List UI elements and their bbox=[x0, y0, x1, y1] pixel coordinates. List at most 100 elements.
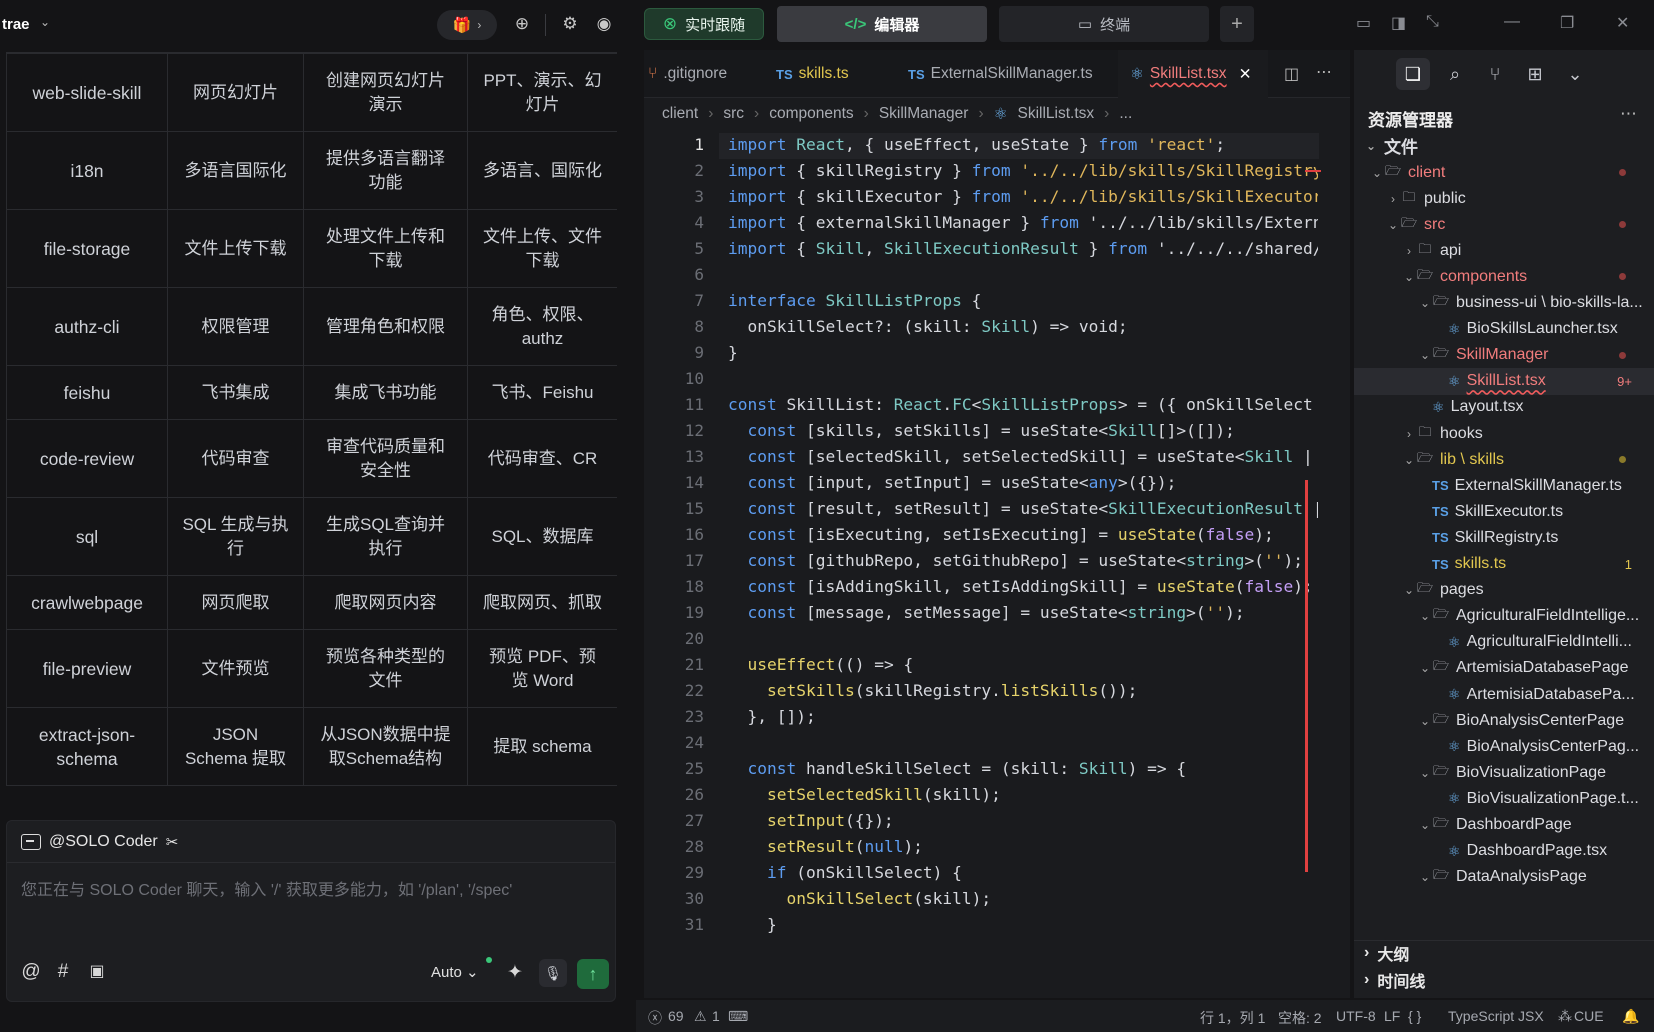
tree-item[interactable]: ⚛ SkillList.tsx 9+ bbox=[1354, 367, 1654, 395]
mic-button[interactable]: 🎙 bbox=[539, 959, 567, 987]
minimize-icon[interactable]: — bbox=[1504, 13, 1520, 31]
error-icon[interactable]: ⓧ bbox=[648, 1008, 662, 1028]
code-line[interactable]: setInput({}); bbox=[728, 811, 1318, 830]
code-line[interactable]: const SkillList: React.FC<SkillListProps… bbox=[728, 395, 1318, 414]
file-tab-skilllist[interactable]: ⚛ SkillList.tsx ✕ bbox=[1118, 50, 1268, 98]
code-line[interactable]: const [result, setResult] = useState<Ski… bbox=[728, 499, 1319, 518]
file-tab-gitignore[interactable]: ⑂ .gitignore bbox=[644, 50, 762, 98]
restore-icon[interactable]: ❐ bbox=[1560, 13, 1574, 33]
code-line[interactable]: useEffect(() => { bbox=[728, 655, 1318, 674]
code-line[interactable]: const handleSkillSelect = (skill: Skill)… bbox=[728, 759, 1318, 778]
gear-icon[interactable]: ⚙ bbox=[558, 12, 582, 36]
extensions-icon[interactable]: ⊞ bbox=[1518, 58, 1552, 90]
mention-icon[interactable]: @ bbox=[19, 961, 43, 983]
sparkle-icon[interactable]: ✦ bbox=[503, 961, 527, 984]
encoding[interactable]: UTF-8 bbox=[1336, 1008, 1376, 1024]
close-icon[interactable]: ✕ bbox=[1239, 65, 1252, 84]
tree-item[interactable]: › 🗀 api bbox=[1354, 237, 1654, 264]
braces-icon[interactable]: { } bbox=[1408, 1008, 1421, 1024]
code-line[interactable]: if (onSkillSelect) { bbox=[728, 863, 1318, 882]
section-timeline[interactable]: › 时间线 bbox=[1364, 968, 1425, 992]
tree-item[interactable]: ⌄ 🗁 client bbox=[1354, 159, 1654, 186]
section-files[interactable]: ⌄ 文件 bbox=[1354, 132, 1654, 159]
code-line[interactable]: const [isAddingSkill, setIsAddingSkill] … bbox=[728, 577, 1318, 596]
tree-item[interactable]: ⌄ 🗁 DataAnalysisPage bbox=[1354, 864, 1654, 891]
hash-icon[interactable]: # bbox=[51, 961, 75, 983]
files-icon[interactable]: ❏ bbox=[1396, 58, 1430, 90]
code-line[interactable]: const [isExecuting, setIsExecuting] = us… bbox=[728, 525, 1318, 544]
code-line[interactable]: import { Skill, SkillExecutionResult } f… bbox=[728, 239, 1318, 258]
breadcrumb-item[interactable]: SkillList.tsx bbox=[1018, 105, 1095, 123]
bell-icon[interactable]: 🔔 bbox=[1622, 1008, 1639, 1025]
code-line[interactable]: const [input, setInput] = useState<any>(… bbox=[728, 473, 1318, 492]
model-select[interactable]: Auto ⌄ bbox=[431, 963, 479, 981]
tree-item[interactable]: ⌄ 🗁 business-ui \ bio-skills-la... bbox=[1354, 290, 1654, 317]
breadcrumb-item[interactable]: src bbox=[723, 105, 744, 123]
breadcrumb-item[interactable]: components bbox=[769, 105, 853, 123]
chevron-down-icon[interactable]: ⌄ bbox=[1558, 58, 1592, 90]
indentation[interactable]: 空格: 2 bbox=[1278, 1008, 1322, 1028]
close-window-icon[interactable]: ✕ bbox=[1616, 13, 1629, 33]
code-line[interactable]: import { skillRegistry } from '../../lib… bbox=[728, 161, 1318, 180]
code-line[interactable]: setSelectedSkill(skill); bbox=[728, 785, 1318, 804]
tree-item[interactable]: ⌄ 🗁 lib \ skills bbox=[1354, 446, 1654, 473]
code-line[interactable]: } bbox=[728, 343, 1318, 362]
code-line[interactable]: const [githubRepo, setGithubRepo] = useS… bbox=[728, 551, 1318, 570]
gift-button[interactable]: 🎁 › bbox=[437, 10, 497, 40]
section-outline[interactable]: › 大纲 bbox=[1364, 941, 1409, 965]
account-icon[interactable]: ◉ bbox=[592, 12, 616, 36]
breadcrumb-item[interactable]: ... bbox=[1119, 105, 1132, 123]
agent-selector[interactable]: @SOLO Coder ✂ bbox=[7, 821, 615, 863]
chat-input[interactable]: 您正在与 SOLO Coder 聊天，输入 '/' 获取更多能力，如 '/pla… bbox=[21, 876, 512, 900]
tree-item[interactable]: ⌄ 🗁 BioVisualizationPage bbox=[1354, 759, 1654, 786]
code-line[interactable]: const [selectedSkill, setSelectedSkill] … bbox=[728, 447, 1318, 466]
code-line[interactable]: const [message, setMessage] = useState<s… bbox=[728, 603, 1318, 622]
tab-follow[interactable]: ⊗ 实时跟随 bbox=[644, 8, 764, 40]
tree-item[interactable]: › 🗀 hooks bbox=[1354, 420, 1654, 447]
keyboard-icon[interactable]: ⌨ bbox=[728, 1008, 748, 1025]
tree-item[interactable]: ⌄ 🗁 BioAnalysisCenterPage bbox=[1354, 707, 1654, 734]
more-icon[interactable]: ⋯ bbox=[1316, 62, 1332, 82]
error-count[interactable]: 69 bbox=[668, 1008, 684, 1024]
code-line[interactable]: } bbox=[728, 915, 1318, 934]
language-mode[interactable]: TypeScript JSX bbox=[1448, 1008, 1544, 1024]
tab-editor[interactable]: </> 编辑器 bbox=[777, 6, 987, 42]
warning-count[interactable]: 1 bbox=[712, 1008, 720, 1024]
image-icon[interactable]: ▣ bbox=[85, 961, 109, 981]
code-area[interactable]: 1 import React, { useEffect, useState } f… bbox=[644, 133, 1350, 993]
line-ending[interactable]: LF bbox=[1384, 1008, 1400, 1024]
tree-item[interactable]: TS SkillExecutor.ts bbox=[1354, 498, 1654, 525]
tree-item[interactable]: ⚛ BioSkillsLauncher.tsx bbox=[1354, 316, 1654, 343]
code-line[interactable]: setSkills(skillRegistry.listSkills()); bbox=[728, 681, 1318, 700]
tree-item[interactable]: ⌄ 🗁 DashboardPage bbox=[1354, 812, 1654, 839]
tree-item[interactable]: ⌄ 🗁 pages bbox=[1354, 577, 1654, 604]
file-tab-external[interactable]: TS ExternalSkillManager.ts bbox=[908, 50, 1108, 98]
tree-item[interactable]: ⚛ Layout.tsx bbox=[1354, 394, 1654, 421]
tree-item[interactable]: ⌄ 🗁 src bbox=[1354, 211, 1654, 238]
tree-item[interactable]: TS SkillRegistry.ts bbox=[1354, 524, 1654, 551]
code-line[interactable]: onSkillSelect(skill); bbox=[728, 889, 1318, 908]
chevron-down-icon[interactable]: ⌄ bbox=[40, 15, 50, 29]
tree-item[interactable]: ⌄ 🗁 ArtemisiaDatabasePage bbox=[1354, 655, 1654, 682]
more-icon[interactable]: ⋯ bbox=[1620, 104, 1637, 124]
tree-item[interactable]: ⌄ 🗁 components bbox=[1354, 263, 1654, 290]
tree-item[interactable]: ⌄ 🗁 AgriculturalFieldIntellige... bbox=[1354, 603, 1654, 630]
code-line[interactable]: interface SkillListProps { bbox=[728, 291, 1318, 310]
code-line[interactable]: onSkillSelect?: (skill: Skill) => void; bbox=[728, 317, 1318, 336]
code-line[interactable]: import { skillExecutor } from '../../lib… bbox=[728, 187, 1318, 206]
code-line[interactable]: import { externalSkillManager } from '..… bbox=[728, 213, 1318, 232]
breadcrumb-item[interactable]: client bbox=[662, 105, 698, 123]
sidebar-toggle-icon[interactable]: ◨ bbox=[1391, 13, 1406, 33]
collapse-icon[interactable]: ⤡ bbox=[1426, 13, 1439, 31]
source-control-icon[interactable]: ⑂ bbox=[1478, 58, 1512, 90]
panel-layout-icon[interactable]: ▭ bbox=[1356, 13, 1371, 33]
warning-icon[interactable]: ⚠ bbox=[694, 1008, 707, 1025]
add-tab-button[interactable]: + bbox=[1220, 6, 1254, 42]
file-tab-skills[interactable]: TS skills.ts bbox=[776, 50, 896, 98]
send-button[interactable]: ↑ bbox=[577, 959, 609, 989]
code-line[interactable]: import React, { useEffect, useState } fr… bbox=[728, 135, 1318, 154]
tree-item[interactable]: ⚛ BioAnalysisCenterPag... bbox=[1354, 733, 1654, 760]
tree-item[interactable]: ⚛ AgriculturalFieldIntelli... bbox=[1354, 629, 1654, 656]
tree-item[interactable]: TS ExternalSkillManager.ts bbox=[1354, 472, 1654, 499]
tree-item[interactable]: › 🗀 public bbox=[1354, 185, 1654, 212]
